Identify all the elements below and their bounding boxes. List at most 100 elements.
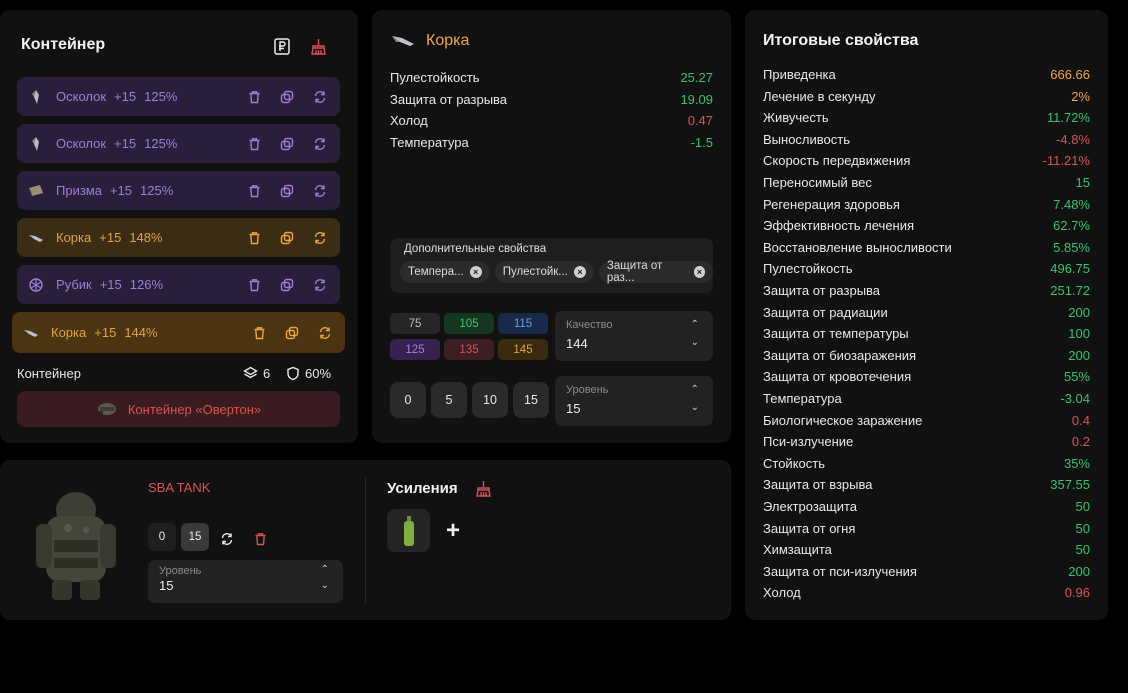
row-actions <box>246 183 328 199</box>
stat-value: 35% <box>1063 455 1090 471</box>
refresh-icon[interactable] <box>312 89 328 105</box>
chevron-down-icon[interactable]: ⌄ <box>321 580 329 591</box>
boost-slot[interactable] <box>387 509 430 552</box>
slots-count: 6 <box>243 366 270 381</box>
trash-icon[interactable] <box>246 183 262 199</box>
property-chip[interactable]: Защита от раз... × <box>598 260 713 284</box>
quality-select[interactable]: Качество 144 ⌃ ⌄ <box>555 311 713 361</box>
stat-value: -11.21% <box>1042 153 1090 169</box>
chevron-up-icon[interactable]: ⌃ <box>691 319 699 330</box>
stat-value: 0.47 <box>687 113 713 129</box>
chip-label: Пулестойк... <box>502 266 568 278</box>
level-preset-button[interactable]: 0 <box>390 382 426 418</box>
property-chip[interactable]: Темпера... × <box>400 261 490 283</box>
chevron-down-icon[interactable]: ⌄ <box>691 402 699 413</box>
level-preset-button[interactable]: 10 <box>472 382 508 418</box>
row-actions <box>246 136 328 152</box>
close-icon[interactable]: × <box>573 266 586 278</box>
property-chip[interactable]: Пулестойк... × <box>494 261 594 283</box>
protection-percent: 60% <box>286 366 331 381</box>
ruble-icon[interactable] <box>273 37 291 55</box>
artifact-row[interactable]: Осколок +15 125% <box>17 124 340 163</box>
trash-icon[interactable] <box>246 89 262 105</box>
artifact-name: Корка <box>51 325 87 340</box>
stat-name: Защита от температуры <box>763 326 909 342</box>
armor-level-button[interactable]: 15 <box>181 523 209 551</box>
artifact-row[interactable]: Корка +15 148% <box>17 218 340 257</box>
copy-icon[interactable] <box>279 89 295 105</box>
chevron-up-icon[interactable]: ⌃ <box>691 384 699 395</box>
level-preset-button[interactable]: 15 <box>513 382 549 418</box>
quality-preset[interactable]: 125 <box>390 339 440 360</box>
refresh-icon[interactable] <box>317 325 333 341</box>
container-select-button[interactable]: Контейнер «Овертон» <box>17 391 340 427</box>
artifact-level: +15 <box>99 277 122 292</box>
stat-value: -1.5 <box>690 135 713 151</box>
artifact-row[interactable]: Корка +15 144% <box>12 312 345 353</box>
armor-level-select[interactable]: Уровень 15 ⌃ ⌄ <box>148 560 343 603</box>
stat-name: Скорость передвижения <box>763 153 911 169</box>
stat-value: 100 <box>1068 326 1090 342</box>
artifact-row[interactable]: Рубик +15 126% <box>17 265 340 304</box>
stat-name: Пси-излучение <box>763 434 854 450</box>
total-stat: Лечение в секунду 2% <box>763 89 1090 104</box>
artifact-percent: 126% <box>129 277 164 292</box>
layers-icon <box>243 366 258 379</box>
quality-preset[interactable]: 75 <box>390 313 440 334</box>
total-stat: Защита от разрыва 251.72 <box>763 283 1090 298</box>
close-icon[interactable]: × <box>469 266 482 278</box>
total-stat: Переносимый вес 15 <box>763 175 1090 190</box>
copy-icon[interactable] <box>279 136 295 152</box>
broom-icon[interactable] <box>309 37 327 55</box>
copy-icon[interactable] <box>279 183 295 199</box>
refresh-icon[interactable] <box>218 530 236 548</box>
trash-icon[interactable] <box>251 530 269 548</box>
refresh-icon[interactable] <box>312 277 328 293</box>
chip-label: Защита от раз... <box>606 260 663 284</box>
artifact-percent: 148% <box>129 230 163 245</box>
quality-select-label: Качество <box>566 319 613 331</box>
stat-value: 19.09 <box>680 91 713 107</box>
stat-value: 25.27 <box>680 70 713 85</box>
quality-preset[interactable]: 115 <box>498 313 548 334</box>
stat-name: Стойкость <box>763 455 825 471</box>
total-stat: Стойкость 35% <box>763 456 1090 471</box>
close-icon[interactable]: × <box>693 266 705 278</box>
trash-icon[interactable] <box>246 230 262 246</box>
total-stat: Выносливость -4.8% <box>763 132 1090 147</box>
quality-preset[interactable]: 145 <box>498 339 548 360</box>
refresh-icon[interactable] <box>312 183 328 199</box>
artifact-stat: Защита от разрыва 19.09 <box>390 92 713 107</box>
quality-preset[interactable]: 135 <box>444 339 494 360</box>
shard-icon <box>28 89 44 105</box>
stat-value: 0.4 <box>1071 412 1090 428</box>
total-stat: Регенерация здоровья 7.48% <box>763 197 1090 212</box>
stat-value: 0.2 <box>1071 434 1090 450</box>
trash-icon[interactable] <box>246 277 262 293</box>
total-stat: Эффективность лечения 62.7% <box>763 218 1090 233</box>
copy-icon[interactable] <box>284 325 300 341</box>
trash-icon[interactable] <box>246 136 262 152</box>
armor-name: SBA TANK <box>148 480 211 495</box>
armor-level-button[interactable]: 0 <box>148 523 176 551</box>
chevron-up-icon[interactable]: ⌃ <box>321 564 329 575</box>
refresh-icon[interactable] <box>312 136 328 152</box>
broom-icon[interactable] <box>474 479 492 497</box>
stat-value: 200 <box>1068 347 1090 363</box>
chevron-down-icon[interactable]: ⌄ <box>691 337 699 348</box>
artifact-row[interactable]: Осколок +15 125% <box>17 77 340 116</box>
crust-icon <box>28 230 44 246</box>
level-select[interactable]: Уровень 15 ⌃ ⌄ <box>555 376 713 426</box>
add-boost-button[interactable]: + <box>446 517 460 545</box>
artifact-row[interactable]: Призма +15 125% <box>17 171 340 210</box>
refresh-icon[interactable] <box>312 230 328 246</box>
copy-icon[interactable] <box>279 277 295 293</box>
level-preset-button[interactable]: 5 <box>431 382 467 418</box>
trash-icon[interactable] <box>251 325 267 341</box>
prism-icon <box>28 183 44 199</box>
quality-preset[interactable]: 105 <box>444 313 494 334</box>
total-properties-panel: Итоговые свойства Приведенка 666.66 Лечени… <box>745 10 1108 620</box>
total-properties-title: Итоговые свойства <box>763 32 919 49</box>
armor-image <box>28 480 124 605</box>
copy-icon[interactable] <box>279 230 295 246</box>
